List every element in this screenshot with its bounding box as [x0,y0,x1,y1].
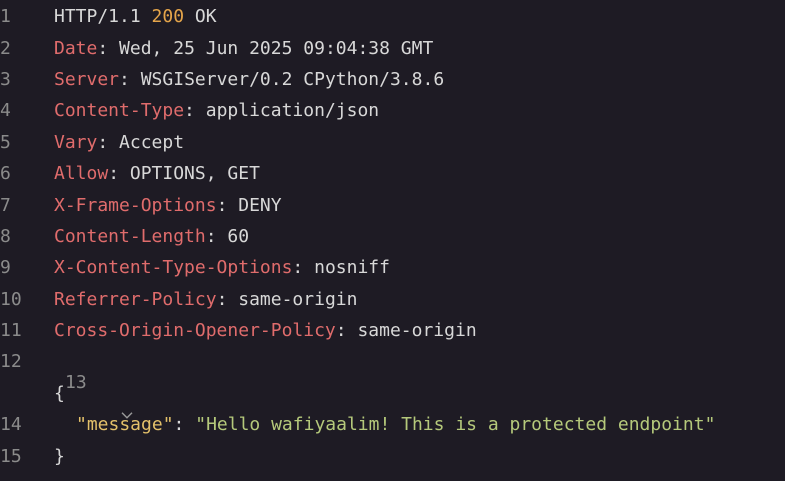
status-line: HTTP/1.1 200 OK [34,6,217,27]
line-number: 9 [0,257,11,279]
header-name: Vary [54,131,98,153]
line-number: 3 [0,68,11,90]
header-name: Content-Length [54,225,206,247]
header-line: Content-Type: application/json [54,100,380,122]
header-line: X-Content-Type-Options: nosniff [54,257,390,279]
line-number: 10 [0,288,22,310]
header-line: Cross-Origin-Opener-Policy: same-origin [54,320,477,342]
code-line-9: 9 X-Content-Type-Options: nosniff [0,252,785,283]
http-protocol: HTTP/1.1 [54,6,141,28]
line-number: 2 [0,37,11,59]
header-value: same-origin [238,288,358,310]
line-number: 6 [0,163,11,185]
header-line: Server: WSGIServer/0.2 CPython/3.8.6 [54,68,445,90]
json-string-value: "Hello wafiyaalim! This is a protected e… [195,414,716,436]
line-number: 4 [0,100,11,122]
response-viewer: 1 HTTP/1.1 200 OK 2 Date: Wed, 25 Jun 20… [0,0,785,481]
code-line-12: 12 [0,346,785,377]
code-line-11: 11 Cross-Origin-Opener-Policy: same-orig… [0,315,785,346]
json-property: "message": "Hello wafiyaalim! This is a … [76,414,716,436]
close-brace: } [54,445,65,467]
header-line: Vary: Accept [54,131,185,153]
header-line: Referrer-Policy: same-origin [54,288,358,310]
header-value: nosniff [314,257,390,279]
header-line: Date: Wed, 25 Jun 2025 09:04:38 GMT [54,37,434,59]
line-number-text: 13 [65,372,87,394]
header-name: Referrer-Policy [54,288,217,310]
header-value: WSGIServer/0.2 CPython/3.8.6 [140,68,445,90]
code-line-10: 10 Referrer-Policy: same-origin [0,284,785,315]
header-value: Accept [119,131,185,153]
chevron-down-icon[interactable] [33,386,133,420]
header-line: Allow: OPTIONS, GET [54,163,260,185]
header-value: 60 [227,225,250,247]
code-line-5: 5 Vary: Accept [0,127,785,158]
header-name: Date [54,37,98,59]
code-line-13: 13 { [0,372,785,420]
header-name: Allow [54,163,109,185]
code-line-8: 8 Content-Length: 60 [0,221,785,252]
json-close: } [34,446,65,467]
line-number: 8 [0,225,11,247]
line-number: 7 [0,194,11,216]
line-number: 14 [0,414,22,436]
code-line-15: 15 } [0,440,785,471]
status-reason: OK [194,6,217,28]
line-number: 1 [0,6,11,28]
status-code: 200 [151,6,185,28]
code-line-1: 1 HTTP/1.1 200 OK [0,1,785,32]
header-name: Content-Type [54,100,185,122]
header-value: same-origin [357,320,477,342]
code-line-7: 7 X-Frame-Options: DENY [0,189,785,220]
header-value: OPTIONS, GET [129,163,260,185]
header-line: X-Frame-Options: DENY [54,194,282,216]
header-name: X-Content-Type-Options [54,257,293,279]
header-line: Content-Length: 60 [54,225,250,247]
code-line-4: 4 Content-Type: application/json [0,95,785,126]
header-name: Cross-Origin-Opener-Policy [54,320,336,342]
header-value: application/json [205,100,380,122]
line-number: 11 [0,320,22,342]
header-name: X-Frame-Options [54,194,217,216]
header-value: DENY [238,194,282,216]
code-line-6: 6 Allow: OPTIONS, GET [0,158,785,189]
line-number: 5 [0,131,11,153]
header-value: Wed, 25 Jun 2025 09:04:38 GMT [119,37,434,59]
code-line-3: 3 Server: WSGIServer/0.2 CPython/3.8.6 [0,64,785,95]
code-line-2: 2 Date: Wed, 25 Jun 2025 09:04:38 GMT [0,32,785,63]
header-name: Server [54,68,120,90]
line-number: 15 [0,445,22,467]
